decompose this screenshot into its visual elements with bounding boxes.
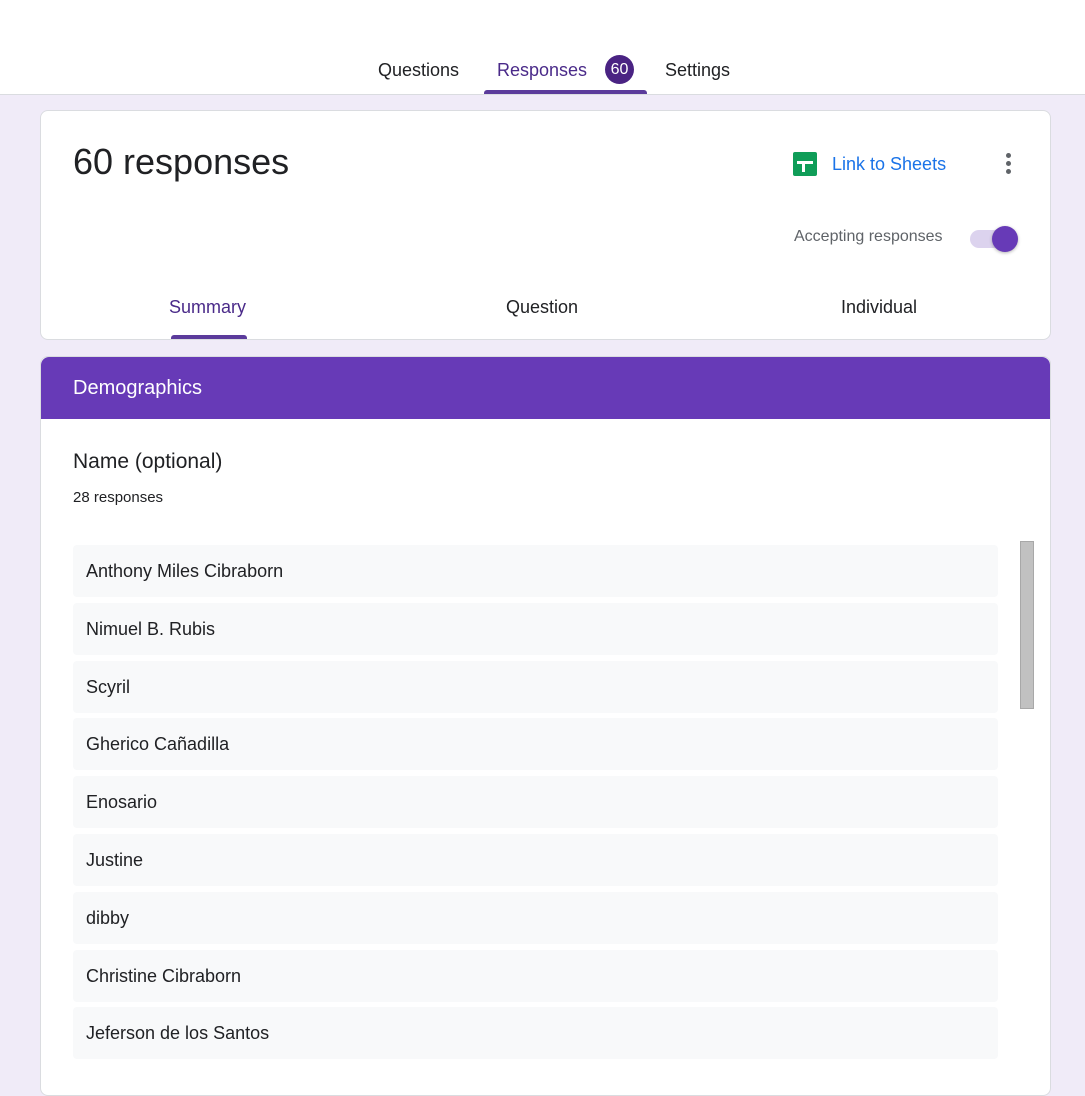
sheets-icon (793, 152, 817, 176)
demographics-section-card: Demographics Name (optional) 28 response… (40, 356, 1051, 1096)
question-title: Name (optional) (73, 450, 223, 473)
list-item: Anthony Miles Cibraborn (73, 545, 998, 597)
list-item: Christine Cibraborn (73, 949, 998, 1002)
tab-responses[interactable]: Responses (497, 50, 587, 94)
section-title: Demographics (73, 377, 202, 399)
answer-list-scrollbar[interactable] (1020, 541, 1034, 709)
form-tabs: Questions Responses 60 Settings (0, 50, 1085, 94)
accepting-responses-label: Accepting responses (794, 228, 943, 245)
list-item: Nimuel B. Rubis (73, 602, 998, 655)
subtab-question[interactable]: Question (506, 297, 578, 318)
active-tab-indicator (484, 90, 647, 94)
top-bar: Questions Responses 60 Settings (0, 0, 1085, 95)
link-to-sheets-button[interactable]: Link to Sheets (793, 151, 946, 177)
link-to-sheets-label: Link to Sheets (832, 153, 947, 174)
answer-list: Anthony Miles Cibraborn Nimuel B. Rubis … (73, 545, 998, 1065)
tab-settings[interactable]: Settings (665, 50, 730, 94)
accepting-responses-toggle[interactable] (970, 225, 1020, 253)
responses-count-badge: 60 (605, 55, 634, 84)
list-item: Scyril (73, 660, 998, 713)
list-item: dibby (73, 891, 998, 944)
question-response-count: 28 responses (73, 489, 164, 506)
subtab-individual[interactable]: Individual (841, 297, 917, 318)
list-item: Gherico Cañadilla (73, 718, 998, 771)
subtab-summary[interactable]: Summary (169, 297, 246, 318)
list-item: Jeferson de los Santos (73, 1007, 998, 1060)
responses-title: 60 responses (73, 141, 290, 182)
list-item: Justine (73, 833, 998, 886)
responses-summary-card: 60 responses Link to Sheets Accepting re… (40, 110, 1051, 340)
more-vert-icon[interactable] (997, 149, 1019, 179)
section-header: Demographics (41, 357, 1050, 419)
tab-questions[interactable]: Questions (378, 50, 459, 94)
active-subtab-indicator (171, 335, 247, 339)
list-item: Enosario (73, 776, 998, 829)
